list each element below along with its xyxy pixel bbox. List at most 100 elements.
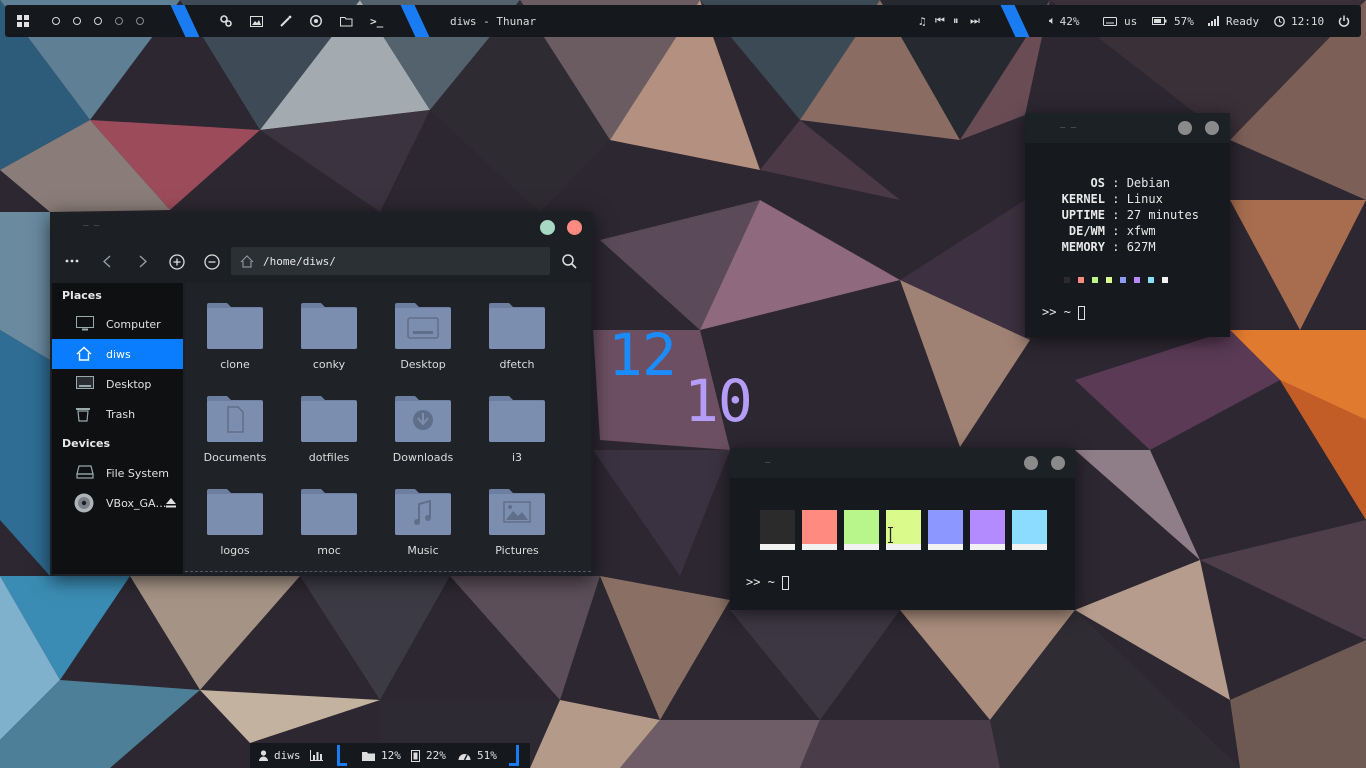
search-icon[interactable] bbox=[562, 254, 577, 269]
volume-indicator[interactable]: 🔈︎ 42% bbox=[1049, 5, 1079, 37]
sidebar-item-label: Computer bbox=[106, 317, 161, 331]
forward-icon[interactable] bbox=[139, 255, 147, 268]
maximize-button[interactable] bbox=[540, 220, 555, 235]
thunar-sidebar: Places Computer diws Desktop Trash Devic… bbox=[52, 283, 183, 574]
color-swatch bbox=[1012, 510, 1047, 550]
back-icon[interactable] bbox=[103, 255, 111, 268]
chrome-icon[interactable] bbox=[310, 5, 322, 37]
folder-item[interactable]: dotfiles bbox=[289, 386, 369, 474]
eject-icon[interactable] bbox=[166, 498, 176, 508]
more-dots-icon[interactable] bbox=[65, 259, 79, 263]
panel-separator bbox=[1000, 5, 1030, 37]
folder-item[interactable]: Music bbox=[383, 479, 463, 567]
workspace-3[interactable] bbox=[94, 5, 102, 37]
folder-label: Pictures bbox=[495, 544, 539, 557]
workspace-1[interactable] bbox=[52, 5, 60, 37]
fetch-prompt[interactable]: >> ~ bbox=[1042, 305, 1086, 320]
clock-indicator[interactable]: 12:10 bbox=[1274, 5, 1324, 37]
folder-item[interactable]: Documents bbox=[195, 386, 275, 474]
folder-item[interactable]: conky bbox=[289, 293, 369, 381]
thunar-titlebar[interactable]: — — bbox=[50, 212, 593, 242]
colors-prompt[interactable]: >> ~ bbox=[746, 575, 790, 590]
network-indicator[interactable]: Ready bbox=[1208, 5, 1259, 37]
folder-item[interactable]: Pictures bbox=[477, 479, 557, 567]
sidebar-item-desktop[interactable]: Desktop bbox=[52, 369, 183, 399]
settings-icon[interactable] bbox=[220, 5, 232, 37]
desktop-icon bbox=[76, 376, 94, 389]
fetch-value: 627M bbox=[1126, 240, 1156, 254]
zoom-out-icon[interactable] bbox=[204, 254, 220, 270]
folder-icon bbox=[207, 303, 263, 349]
user-indicator[interactable]: diws bbox=[259, 743, 301, 768]
memory-icon bbox=[411, 749, 420, 762]
keyboard-icon bbox=[1103, 16, 1117, 26]
folder-item[interactable]: i3 bbox=[477, 386, 557, 474]
image-viewer-icon[interactable] bbox=[250, 5, 263, 37]
computer-icon bbox=[76, 316, 94, 331]
terminal-icon[interactable]: >_ bbox=[370, 5, 383, 37]
location-bar[interactable]: /home/diws/ bbox=[231, 247, 550, 275]
workspace-4[interactable] bbox=[115, 5, 123, 37]
text-cursor-ibeam bbox=[887, 527, 893, 543]
music-note-icon[interactable]: ♫ bbox=[919, 5, 926, 37]
zoom-in-icon[interactable] bbox=[169, 254, 185, 270]
cpu-usage[interactable]: 51% bbox=[458, 743, 497, 768]
sidebar-item-trash[interactable]: Trash bbox=[52, 399, 183, 429]
folder-open-icon[interactable] bbox=[340, 5, 353, 37]
previous-track-icon[interactable]: ⏮ bbox=[935, 5, 945, 37]
sidebar-item-vbox[interactable]: VBox_GA… bbox=[52, 488, 183, 518]
palette-square bbox=[1148, 277, 1154, 283]
magic-wand-icon[interactable] bbox=[280, 5, 292, 37]
disk-usage[interactable]: 12% bbox=[362, 743, 401, 768]
folder-label: logos bbox=[220, 544, 250, 557]
close-button[interactable] bbox=[1205, 121, 1219, 135]
sidebar-item-label: Trash bbox=[106, 407, 136, 421]
fetch-line-dewm: DE/WM : xfwm bbox=[1030, 224, 1156, 238]
folder-item[interactable]: Desktop bbox=[383, 293, 463, 381]
folder-label: dfetch bbox=[499, 358, 535, 371]
fetch-key: OS bbox=[1090, 176, 1105, 190]
panel-separator bbox=[400, 5, 430, 37]
fetch-value: 27 minutes bbox=[1126, 208, 1199, 222]
bar-chart-icon[interactable] bbox=[310, 743, 323, 768]
minimize-button[interactable] bbox=[1024, 456, 1038, 470]
sidebar-item-diws[interactable]: diws bbox=[52, 339, 183, 369]
close-button[interactable] bbox=[567, 220, 582, 235]
workspace-5[interactable] bbox=[136, 5, 144, 37]
terminal-titlebar[interactable]: — bbox=[730, 448, 1075, 478]
folder-item[interactable]: clone bbox=[195, 293, 275, 381]
minimize-button[interactable] bbox=[1178, 121, 1192, 135]
sidebar-item-file-system[interactable]: File System bbox=[52, 458, 183, 488]
keyboard-value: us bbox=[1124, 14, 1138, 28]
power-icon[interactable] bbox=[1338, 5, 1350, 37]
volume-icon: 🔈︎ bbox=[1049, 14, 1056, 27]
close-button[interactable] bbox=[1051, 456, 1065, 470]
devices-heading: Devices bbox=[62, 437, 111, 450]
grid-menu-icon[interactable] bbox=[17, 5, 29, 37]
fetch-line-memory: MEMORY : 627M bbox=[1030, 240, 1156, 254]
location-path: /home/diws/ bbox=[263, 254, 336, 268]
folder-icon bbox=[362, 751, 375, 761]
color-swatch bbox=[844, 510, 879, 550]
sidebar-item-computer[interactable]: Computer bbox=[52, 309, 183, 339]
folder-item[interactable]: logos bbox=[195, 479, 275, 567]
next-track-icon[interactable]: ⏭ bbox=[970, 5, 980, 37]
keyboard-layout[interactable]: us bbox=[1103, 5, 1137, 37]
workspace-2[interactable] bbox=[73, 5, 81, 37]
top-panel: >_ diws - Thunar ♫ ⏮ ⏸ ⏭ 🔈︎ 42% us 57% R… bbox=[5, 5, 1361, 37]
folder-label: Music bbox=[407, 544, 439, 557]
user-icon bbox=[259, 750, 268, 761]
folder-item[interactable]: Downloads bbox=[383, 386, 463, 474]
fetch-value: xfwm bbox=[1126, 224, 1156, 238]
folder-icon bbox=[301, 303, 357, 349]
disk-value: 12% bbox=[381, 749, 401, 762]
folder-item[interactable]: dfetch bbox=[477, 293, 557, 381]
folder-icon bbox=[301, 489, 357, 535]
memory-usage[interactable]: 22% bbox=[411, 743, 446, 768]
folder-item[interactable]: moc bbox=[289, 479, 369, 567]
pause-icon[interactable]: ⏸ bbox=[953, 5, 959, 37]
battery-indicator[interactable]: 57% bbox=[1152, 5, 1194, 37]
terminal-titlebar[interactable]: — — bbox=[1025, 113, 1230, 143]
volume-value: 42% bbox=[1059, 14, 1080, 28]
folder-label: Documents bbox=[203, 451, 267, 464]
